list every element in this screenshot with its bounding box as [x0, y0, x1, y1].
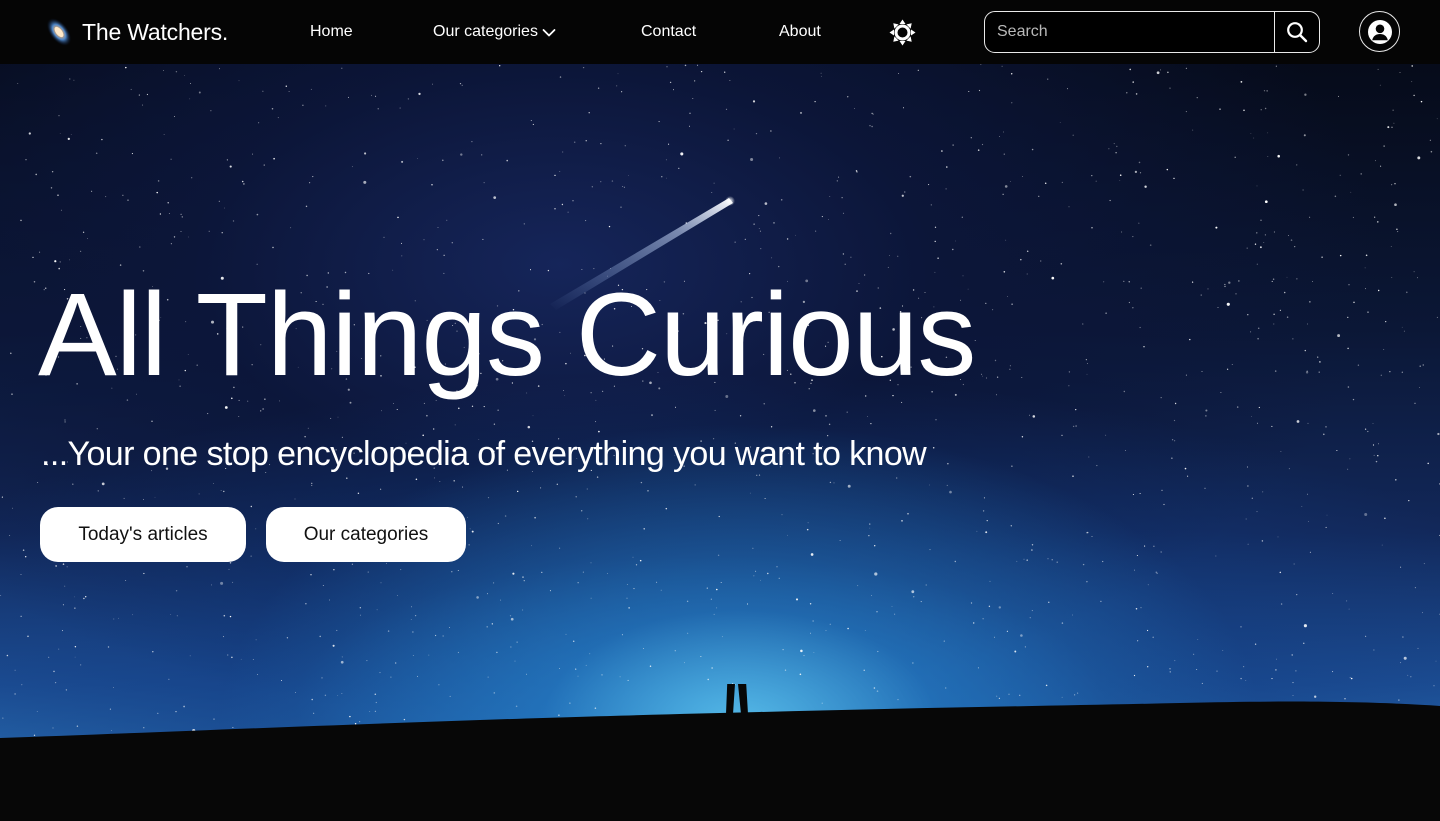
nav-our-categories-label: Our categories	[433, 23, 538, 40]
chevron-down-icon	[542, 28, 556, 36]
navbar: The Watchers. Home Our categories Contac…	[0, 0, 1440, 64]
nav-about[interactable]: About	[779, 22, 821, 42]
search-box	[984, 11, 1320, 53]
brand-name: The Watchers.	[82, 18, 229, 45]
todays-articles-button[interactable]: Today's articles	[40, 507, 246, 562]
search-input[interactable]	[985, 12, 1274, 52]
shooting-star-head	[725, 196, 735, 206]
our-categories-button[interactable]: Our categories	[266, 507, 466, 562]
hero-subtitle: ...Your one stop encyclopedia of everyth…	[41, 435, 927, 473]
nav-contact[interactable]: Contact	[641, 22, 696, 42]
ground-silhouette	[0, 684, 1440, 821]
person-silhouette	[726, 684, 748, 714]
theme-toggle-button[interactable]	[889, 19, 916, 46]
page: The Watchers. Home Our categories Contac…	[0, 0, 1440, 821]
search-icon	[1287, 22, 1308, 43]
stars	[0, 64, 1440, 764]
galaxy-icon	[46, 18, 72, 46]
user-icon	[1367, 19, 1392, 44]
hero-section: All Things Curious ...Your one stop ency…	[0, 64, 1440, 821]
nav-our-categories[interactable]: Our categories	[433, 22, 556, 42]
search-button[interactable]	[1274, 12, 1319, 52]
sun-icon	[889, 19, 916, 46]
hero-title: All Things Curious	[38, 269, 976, 401]
nav-home[interactable]: Home	[310, 22, 353, 42]
account-button[interactable]	[1359, 11, 1400, 52]
brand-link[interactable]: The Watchers.	[42, 14, 228, 50]
